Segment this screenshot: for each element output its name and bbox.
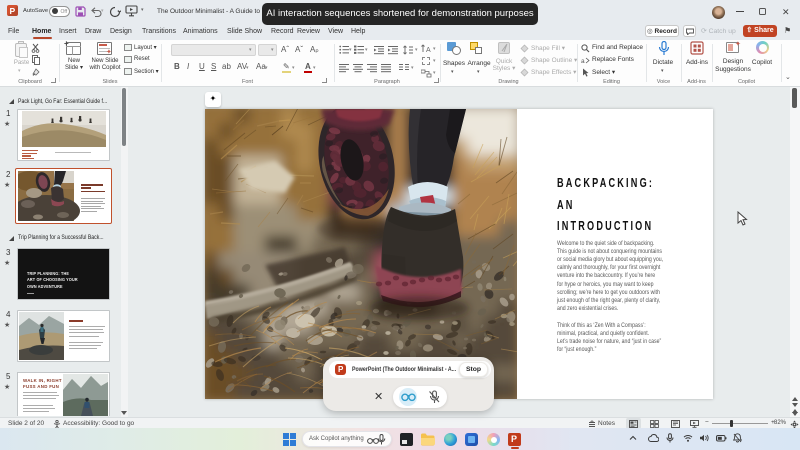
svg-text:a: a <box>581 58 585 65</box>
svg-text:A: A <box>426 47 431 53</box>
